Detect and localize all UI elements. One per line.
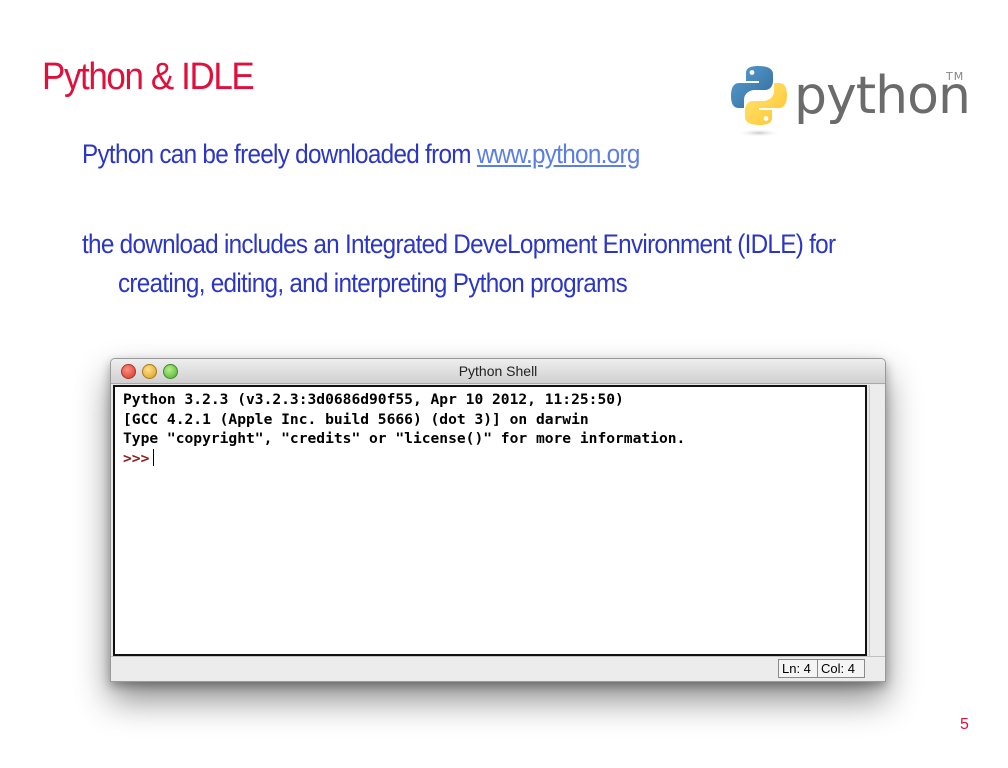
shell-output-line: [GCC 4.2.1 (Apple Inc. build 5666) (dot … — [123, 410, 589, 428]
slide-title: Python & IDLE — [42, 56, 255, 98]
window-titlebar[interactable]: Python Shell — [111, 359, 885, 384]
download-text: Python can be freely downloaded from www… — [82, 139, 640, 170]
shell-prompt-line: >>> — [123, 448, 857, 469]
python-snake-icon — [731, 66, 787, 137]
trademark-symbol: TM — [946, 70, 965, 83]
shell-output-line: Python 3.2.3 (v3.2.3:3d0686d90f55, Apr 1… — [123, 391, 624, 408]
shell-prompt: >>> — [123, 449, 150, 467]
shell-text-area[interactable]: Python 3.2.3 (v3.2.3:3d0686d90f55, Apr 1… — [113, 385, 867, 656]
download-text-label: Python can be freely downloaded from — [82, 139, 477, 169]
page-number: 5 — [960, 716, 969, 733]
shell-output-line: Type "copyright", "credits" or "license(… — [123, 430, 686, 447]
idle-description-line1: the download includes an Integrated Deve… — [82, 229, 836, 259]
text-cursor — [153, 448, 155, 466]
window-title: Python Shell — [458, 363, 538, 379]
python-shell-window: Python Shell Python 3.2.3 (v3.2.3:3d0686… — [110, 358, 886, 682]
vertical-scrollbar[interactable] — [869, 385, 884, 656]
idle-description-line2: creating, editing, and interpreting Pyth… — [118, 268, 628, 298]
line-number-indicator: Ln: 4 — [778, 659, 818, 678]
python-wordmark: python — [794, 66, 971, 126]
status-bar: Ln: 4 Col: 4 — [111, 656, 885, 681]
column-number-indicator: Col: 4 — [817, 659, 865, 678]
python-logo: python TM — [728, 62, 978, 142]
python-org-link[interactable]: www.python.org — [477, 139, 641, 169]
